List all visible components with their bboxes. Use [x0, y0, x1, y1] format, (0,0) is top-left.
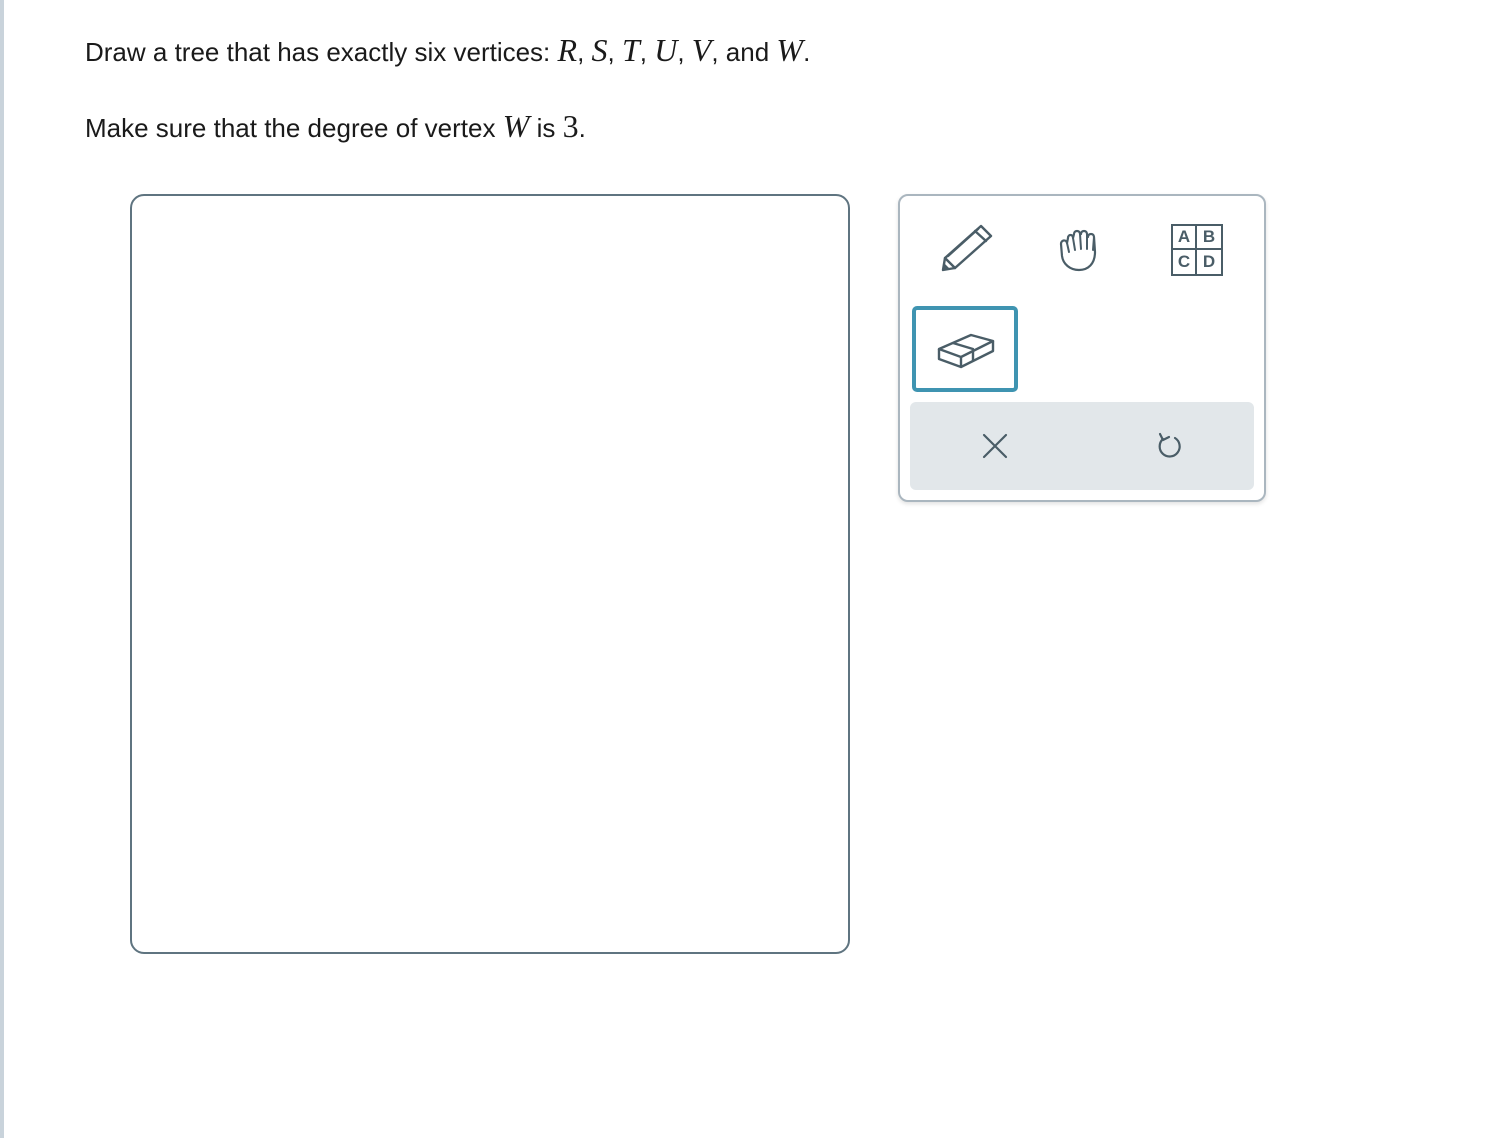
- eraser-tool-button[interactable]: [912, 306, 1018, 392]
- pencil-icon: [941, 224, 993, 272]
- undo-button[interactable]: [1124, 402, 1214, 490]
- vertex-w: W: [776, 32, 804, 68]
- clear-button[interactable]: [950, 402, 1040, 490]
- vertex-u: U: [654, 32, 678, 68]
- label-tool-button[interactable]: A B C D: [1144, 208, 1250, 292]
- close-icon: [982, 433, 1008, 459]
- label-letter: B: [1197, 226, 1221, 250]
- prompt-line-2: Make sure that the degree of vertex W is…: [85, 110, 586, 142]
- prompt-text: is: [536, 113, 556, 143]
- prompt-text: Draw a tree that has exactly six vertice…: [85, 37, 551, 67]
- prompt-line-1: Draw a tree that has exactly six vertice…: [85, 32, 811, 68]
- left-border-rule: [0, 0, 4, 1138]
- label-letter: A: [1173, 226, 1197, 250]
- prompt-conjunction: and: [725, 37, 770, 67]
- label-letter: D: [1202, 252, 1216, 271]
- prompt-text: Make sure that the degree of vertex: [85, 113, 496, 143]
- tool-palette: A B C D: [898, 194, 1266, 502]
- vertex-w: W: [502, 108, 530, 144]
- drawing-canvas[interactable]: [130, 194, 850, 954]
- degree-value: 3: [562, 108, 579, 144]
- pencil-tool-button[interactable]: [912, 208, 1018, 292]
- action-bar: [910, 402, 1254, 490]
- hand-tool-button[interactable]: [1028, 208, 1134, 292]
- vertex-r: R: [557, 32, 578, 68]
- prompt-period: .: [803, 37, 811, 67]
- eraser-icon: [937, 333, 995, 369]
- hand-icon: [1059, 229, 1097, 272]
- vertex-t: T: [621, 32, 640, 68]
- vertex-v: V: [691, 32, 712, 68]
- label-letter: C: [1173, 250, 1197, 274]
- undo-icon: [1158, 432, 1181, 458]
- prompt-period: .: [578, 113, 586, 143]
- abcd-label-icon: A B C D: [1171, 224, 1223, 276]
- vertex-s: S: [591, 32, 608, 68]
